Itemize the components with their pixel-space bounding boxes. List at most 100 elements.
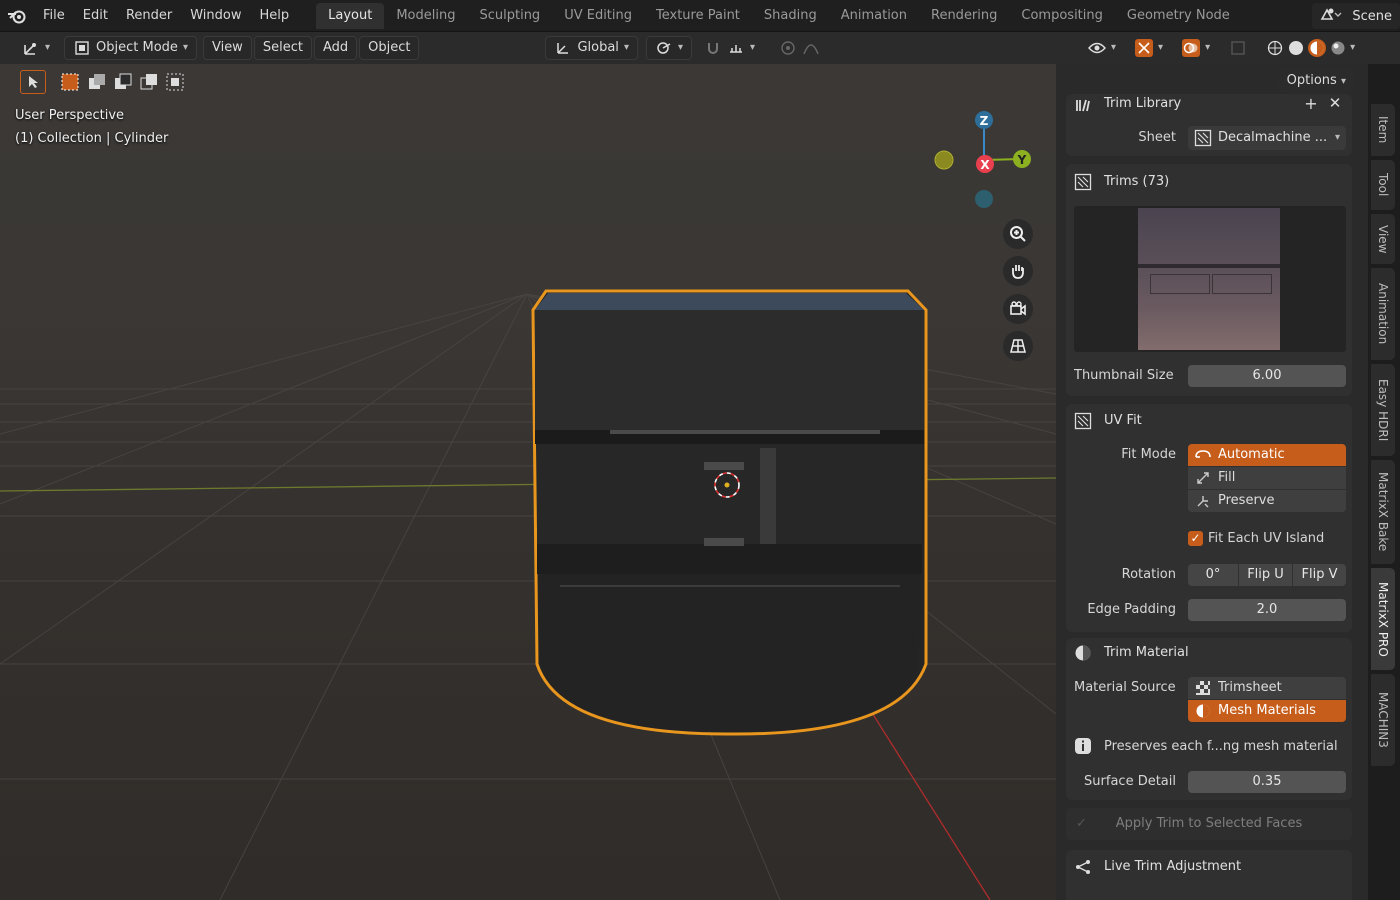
solid-shading-icon[interactable]	[1287, 39, 1305, 57]
xray-toggle[interactable]	[1221, 36, 1256, 60]
edge-padding-field[interactable]: 2.0	[1188, 599, 1346, 621]
select-extend-icon[interactable]	[86, 70, 108, 94]
select-subtract-icon[interactable]	[112, 70, 134, 94]
falloff-icon	[802, 39, 820, 57]
wireframe-shading-icon[interactable]	[1266, 39, 1284, 57]
menu-window[interactable]: Window	[181, 0, 250, 32]
blender-logo-icon[interactable]	[0, 0, 34, 32]
mode-dropdown[interactable]: Object Mode ▾	[64, 36, 197, 60]
tab-sculpting[interactable]: Sculpting	[467, 3, 552, 29]
surface-detail-field[interactable]: 0.35	[1188, 771, 1346, 793]
add-menu[interactable]: Add	[313, 36, 358, 60]
vtab-matrixx-pro[interactable]: MatrixX PRO	[1371, 568, 1395, 670]
trims-panel: Trims (73) Thumbnail Size 6.00	[1066, 164, 1352, 396]
vtab-item[interactable]: Item	[1371, 104, 1395, 156]
vtab-machin3[interactable]: MACHIN3	[1371, 674, 1395, 766]
orientation-dropdown[interactable]: Global ▾	[545, 36, 638, 60]
fit-mode-preserve-label: Preserve	[1218, 493, 1275, 508]
flip-v-button[interactable]: Flip V	[1293, 564, 1346, 586]
pan-hand-icon[interactable]	[1003, 256, 1033, 286]
camera-view-icon[interactable]	[1003, 294, 1033, 324]
zoom-icon[interactable]	[1003, 219, 1033, 249]
flip-u-button[interactable]: Flip U	[1239, 564, 1292, 586]
trim-library-title: Trim Library	[1104, 96, 1182, 111]
fit-mode-fill-label: Fill	[1218, 470, 1236, 485]
vtab-view-label: View	[1376, 224, 1390, 254]
trims-title: Trims (73)	[1104, 174, 1170, 189]
sheet-dropdown[interactable]: Decalmachine ... ▾	[1188, 126, 1346, 150]
proportional-edit-toggle[interactable]	[771, 36, 829, 60]
trim-library-panel: Trim Library + ✕ Sheet Decalmachine ... …	[1066, 94, 1352, 156]
select-menu[interactable]: Select	[253, 36, 312, 60]
tab-shading[interactable]: Shading	[752, 3, 829, 29]
view-menu[interactable]: View	[202, 36, 252, 60]
apply-trim-button[interactable]: ✓ Apply Trim to Selected Faces	[1066, 808, 1352, 840]
vtab-matrixx-bake[interactable]: MatrixX Bake	[1371, 460, 1395, 564]
active-collection-label: (1) Collection | Cylinder	[15, 131, 169, 146]
uv-fit-panel: UV Fit Fit Mode Automatic Fill Preserve …	[1066, 404, 1352, 632]
tab-animation[interactable]: Animation	[829, 3, 919, 29]
vtab-tool[interactable]: Tool	[1371, 160, 1395, 210]
select-tool-icon[interactable]	[20, 70, 46, 94]
shading-modes[interactable]: ▾	[1258, 36, 1364, 60]
source-trimsheet-label: Trimsheet	[1218, 680, 1282, 695]
tab-compositing[interactable]: Compositing	[1009, 3, 1115, 29]
info-icon	[1074, 737, 1092, 755]
live-trim-title: Live Trim Adjustment	[1104, 859, 1242, 874]
tab-layout[interactable]: Layout	[316, 2, 385, 29]
surface-detail-label: Surface Detail	[1084, 774, 1176, 789]
menu-help[interactable]: Help	[251, 0, 299, 32]
chevron-down-icon: ▾	[1334, 132, 1340, 143]
vtab-matrixx-bake-label: MatrixX Bake	[1376, 472, 1390, 552]
snap-toggle[interactable]: ▾	[696, 36, 764, 60]
add-icon[interactable]: +	[1300, 94, 1322, 114]
gizmo-toggle[interactable]: ▾	[1127, 36, 1172, 60]
source-trimsheet[interactable]: Trimsheet	[1188, 677, 1346, 699]
menu-render[interactable]: Render	[117, 0, 181, 32]
perspective-toggle-icon[interactable]	[1003, 331, 1033, 361]
fit-mode-label: Fit Mode	[1121, 447, 1176, 462]
overlays-toggle[interactable]: ▾	[1174, 36, 1219, 60]
trim-thumbnail-detail	[1212, 274, 1272, 294]
checkmark-icon: ✓	[1076, 816, 1087, 831]
select-new-icon[interactable]	[58, 70, 82, 94]
workspace-tabs: Layout Modeling Sculpting UV Editing Tex…	[316, 0, 1242, 32]
pivot-dropdown[interactable]: ▾	[645, 36, 692, 60]
fit-mode-fill[interactable]: Fill	[1188, 467, 1346, 489]
scene-selector[interactable]: Scene	[1312, 3, 1400, 29]
options-dropdown[interactable]: Options ▾	[1278, 69, 1354, 93]
chevron-down-icon: ▾	[1158, 42, 1164, 53]
close-icon[interactable]: ✕	[1324, 94, 1346, 114]
fit-each-island-checkbox[interactable]: ✓	[1188, 531, 1203, 546]
rendered-shading-icon[interactable]	[1329, 39, 1347, 57]
thumbnail-size-field[interactable]: 6.00	[1188, 365, 1346, 387]
menu-file[interactable]: File	[34, 0, 74, 32]
tab-modeling[interactable]: Modeling	[384, 3, 467, 29]
rotation-value[interactable]: 0°	[1188, 564, 1238, 586]
editor-type-button[interactable]: ▾	[14, 36, 59, 60]
visibility-dropdown[interactable]: ▾	[1080, 36, 1125, 60]
gizmo-x-label: X	[980, 158, 990, 172]
material-shading-icon[interactable]	[1308, 39, 1327, 57]
tab-texture-paint[interactable]: Texture Paint	[644, 3, 752, 29]
object-menu[interactable]: Object	[359, 36, 420, 60]
vtab-animation[interactable]: Animation	[1371, 268, 1395, 360]
fit-mode-preserve[interactable]: Preserve	[1188, 490, 1346, 512]
trim-thumbnail-area[interactable]	[1074, 206, 1346, 352]
vtab-view[interactable]: View	[1371, 214, 1395, 264]
vtab-easy-hdri[interactable]: Easy HDRI	[1371, 364, 1395, 456]
3d-viewport[interactable]: Z Y X User Perspective (1) Collection | …	[0, 64, 1056, 900]
tab-uv-editing[interactable]: UV Editing	[552, 3, 644, 29]
tab-geometry-nodes[interactable]: Geometry Node	[1115, 3, 1242, 29]
source-mesh-materials[interactable]: Mesh Materials	[1188, 700, 1346, 722]
top-menu-bar: File Edit Render Window Help Layout Mode…	[0, 0, 1400, 32]
tab-rendering[interactable]: Rendering	[919, 3, 1009, 29]
select-intersect-icon[interactable]	[164, 70, 186, 94]
menu-edit[interactable]: Edit	[74, 0, 117, 32]
fit-mode-automatic[interactable]: Automatic	[1188, 444, 1346, 466]
material-info-text: Preserves each f...ng mesh material	[1104, 739, 1338, 754]
select-invert-icon[interactable]	[138, 70, 160, 94]
trim-material-panel: Trim Material Material Source Trimsheet …	[1066, 638, 1352, 800]
vtab-machin3-label: MACHIN3	[1376, 692, 1390, 748]
trim-thumbnail-image[interactable]	[1138, 208, 1280, 350]
